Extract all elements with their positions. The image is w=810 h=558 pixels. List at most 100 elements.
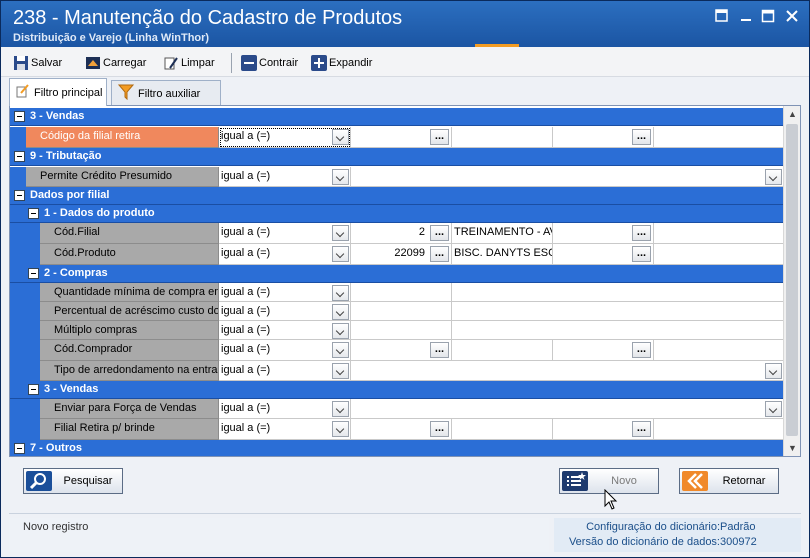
ellipsis-button[interactable]: ... xyxy=(430,246,449,262)
value-input[interactable]: ... xyxy=(351,419,452,440)
section-header-dados-produto[interactable]: 1 - Dados do produto xyxy=(10,205,784,223)
value-input[interactable] xyxy=(351,302,452,321)
value-dropdown[interactable] xyxy=(351,167,784,187)
ellipsis-button[interactable]: ... xyxy=(430,129,449,145)
operator-dropdown[interactable]: igual a (=) xyxy=(219,419,351,440)
value-input[interactable]: 22099... xyxy=(351,244,452,265)
tab-filtro-auxiliar[interactable]: Filtro auxiliar xyxy=(111,80,221,106)
value-input[interactable]: ... xyxy=(553,340,654,361)
row-label-tipo-arredondamento[interactable]: Tipo de arredondamento na entra xyxy=(40,361,219,381)
value-input[interactable] xyxy=(351,321,452,340)
minimize-window-icon[interactable] xyxy=(737,9,755,25)
chevron-down-icon[interactable] xyxy=(332,169,349,185)
collapse-section-icon[interactable] xyxy=(28,268,39,279)
collapse-section-icon[interactable] xyxy=(14,443,25,454)
value-input[interactable]: ... xyxy=(553,127,654,148)
row-label-filial-retira-brinde[interactable]: Filial Retira p/ brinde xyxy=(40,419,219,440)
ellipsis-button[interactable]: ... xyxy=(632,342,651,358)
chevron-down-icon[interactable] xyxy=(332,421,349,437)
section-header-vendas[interactable]: 3 - Vendas xyxy=(10,381,784,399)
chevron-down-icon[interactable] xyxy=(765,363,782,379)
scroll-up-icon[interactable]: ▲ xyxy=(784,106,800,122)
chevron-down-icon[interactable] xyxy=(332,401,349,417)
chevron-down-icon[interactable] xyxy=(332,342,349,358)
row-label-multiplo-compras[interactable]: Múltiplo compras xyxy=(40,321,219,340)
value-input[interactable]: ... xyxy=(351,340,452,361)
ellipsis-button[interactable]: ... xyxy=(632,129,651,145)
version-value: 300972 xyxy=(720,536,757,548)
collapse-section-icon[interactable] xyxy=(14,151,25,162)
expand-button[interactable]: Expandir xyxy=(311,54,372,72)
scrollbar-thumb[interactable] xyxy=(786,124,798,436)
chevron-down-icon[interactable] xyxy=(765,401,782,417)
value-dropdown[interactable] xyxy=(351,361,784,381)
restore-window-icon[interactable] xyxy=(713,9,731,25)
value-input[interactable]: ... xyxy=(351,127,452,148)
operator-dropdown[interactable]: igual a (=) xyxy=(219,223,351,244)
operator-dropdown[interactable]: igual a (=) xyxy=(219,302,351,321)
section-header-outros[interactable]: 7 - Outros xyxy=(10,440,784,456)
collapse-section-icon[interactable] xyxy=(28,384,39,395)
maximize-window-icon[interactable] xyxy=(759,9,777,25)
operator-dropdown[interactable]: igual a (=) xyxy=(219,321,351,340)
value-input[interactable]: 2... xyxy=(351,223,452,244)
collapse-label: Contrair xyxy=(259,57,299,69)
return-button[interactable]: Retornar xyxy=(679,468,779,494)
chevron-down-icon[interactable] xyxy=(332,285,349,301)
value-input[interactable] xyxy=(452,321,784,340)
row-label-cod-produto[interactable]: Cód.Produto xyxy=(40,244,219,265)
ellipsis-button[interactable]: ... xyxy=(430,342,449,358)
chevron-down-icon[interactable] xyxy=(765,169,782,185)
operator-dropdown[interactable]: igual a (=) xyxy=(219,244,351,265)
ellipsis-button[interactable]: ... xyxy=(430,421,449,437)
value-input[interactable] xyxy=(452,302,784,321)
value-input[interactable] xyxy=(351,283,452,302)
collapse-button[interactable]: Contrair xyxy=(241,54,298,72)
ellipsis-button[interactable]: ... xyxy=(430,225,449,241)
operator-dropdown[interactable]: igual a (=) xyxy=(219,167,351,187)
ellipsis-button[interactable]: ... xyxy=(632,421,651,437)
chevron-down-icon[interactable] xyxy=(332,363,349,379)
chevron-down-icon[interactable] xyxy=(332,246,349,262)
operator-dropdown[interactable]: igual a (=) xyxy=(219,283,351,302)
ellipsis-button[interactable]: ... xyxy=(632,246,651,262)
search-button-label: Pesquisar xyxy=(63,475,113,487)
chevron-down-icon[interactable] xyxy=(332,304,349,320)
section-header-dados-filial[interactable]: Dados por filial xyxy=(10,187,784,205)
operator-dropdown[interactable]: igual a (=) xyxy=(219,361,351,381)
funnel-icon xyxy=(117,84,135,103)
row-label-cod-filial[interactable]: Cód.Filial xyxy=(40,223,219,244)
row-label-cod-comprador[interactable]: Cód.Comprador xyxy=(40,340,219,361)
tab-filtro-principal[interactable]: Filtro principal xyxy=(9,78,107,106)
close-window-icon[interactable] xyxy=(783,9,801,25)
operator-dropdown[interactable]: igual a (=) xyxy=(219,127,351,148)
row-label-qtd-minima[interactable]: Quantidade mínima de compra em xyxy=(40,283,219,302)
load-button[interactable]: Carregar xyxy=(85,54,146,72)
save-button[interactable]: Salvar xyxy=(13,54,62,72)
value-input[interactable] xyxy=(452,283,784,302)
vertical-scrollbar[interactable]: ▲ ▼ xyxy=(783,106,800,456)
row-label-enviar-forca[interactable]: Enviar para Força de Vendas xyxy=(40,399,219,419)
section-header-compras[interactable]: 2 - Compras xyxy=(10,265,784,283)
search-button[interactable]: Pesquisar xyxy=(23,468,123,494)
value-input[interactable]: ... xyxy=(553,419,654,440)
section-header-vendas-top[interactable]: 3 - Vendas xyxy=(10,108,784,126)
row-label-permite-credito[interactable]: Permite Crédito Presumido xyxy=(26,167,219,187)
scroll-down-icon[interactable]: ▼ xyxy=(784,440,800,456)
chevron-down-icon[interactable] xyxy=(332,225,349,241)
ellipsis-button[interactable]: ... xyxy=(632,225,651,241)
row-label-perc-acrescimo[interactable]: Percentual de acréscimo custo do xyxy=(40,302,219,321)
value-input[interactable]: ... xyxy=(553,244,654,265)
operator-dropdown[interactable]: igual a (=) xyxy=(219,340,351,361)
collapse-section-icon[interactable] xyxy=(14,111,25,122)
chevron-down-icon[interactable] xyxy=(332,323,349,339)
clear-button[interactable]: Limpar xyxy=(163,54,215,72)
collapse-section-icon[interactable] xyxy=(14,190,25,201)
value-input[interactable]: ... xyxy=(553,223,654,244)
section-header-tributacao[interactable]: 9 - Tributação xyxy=(10,148,784,166)
operator-dropdown[interactable]: igual a (=) xyxy=(219,399,351,419)
value-dropdown[interactable] xyxy=(351,399,784,419)
collapse-section-icon[interactable] xyxy=(28,208,39,219)
row-label-codigo-filial-retira[interactable]: Código da filial retira xyxy=(26,127,219,148)
chevron-down-icon[interactable] xyxy=(332,129,349,145)
